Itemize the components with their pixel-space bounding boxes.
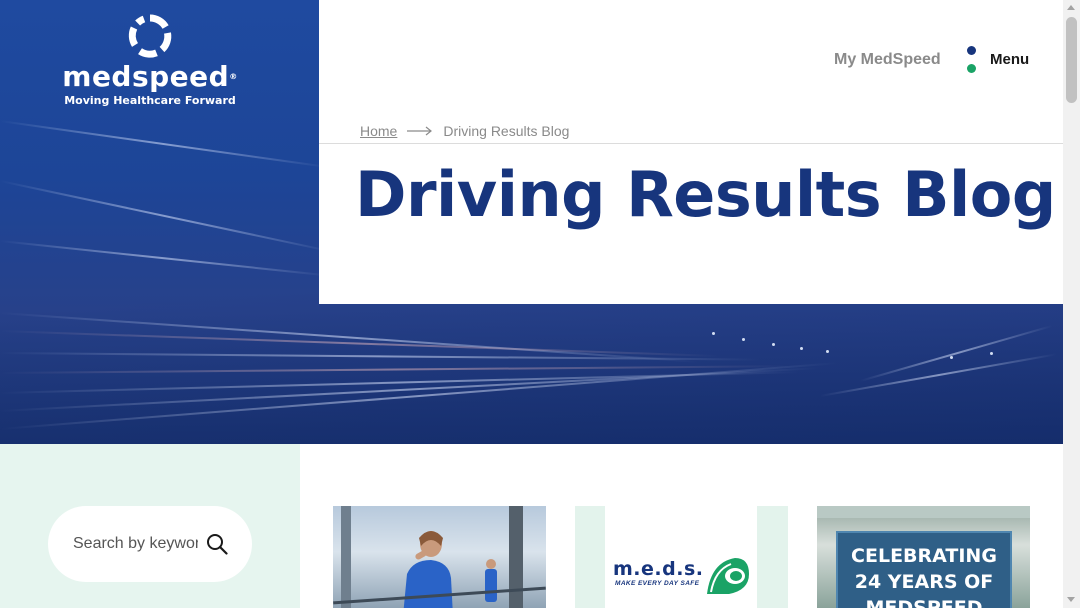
blog-card[interactable] (333, 506, 546, 608)
medspeed-ring-icon (128, 14, 172, 58)
light-dot (950, 356, 953, 359)
search-input[interactable] (73, 535, 198, 553)
meds-swoosh-icon (707, 558, 749, 594)
light-streak (0, 180, 333, 253)
page: medspeed® Moving Healthcare Forward My M… (0, 0, 1080, 608)
menu-dot-green (967, 63, 976, 73)
search-box (48, 506, 252, 582)
menu-dots-icon (967, 45, 976, 73)
light-dot (826, 350, 829, 353)
logo-tagline: Moving Healthcare Forward (64, 94, 236, 107)
meds-logo: m.e.d.s. MAKE EVERY DAY SAFE (613, 552, 749, 596)
banner-line: 24 YEARS OF (854, 571, 994, 593)
photo-pillar (341, 506, 351, 608)
banner-line: MEDSPEED (865, 597, 983, 608)
logo-wordmark: medspeed® (62, 60, 238, 93)
light-dot (772, 343, 775, 346)
coworker-figure (485, 559, 497, 602)
menu-button[interactable]: Menu (967, 44, 1029, 74)
light-streak (859, 324, 1053, 382)
light-streak (0, 240, 329, 277)
scrollbar-thumb[interactable] (1066, 17, 1077, 103)
blog-listing-section: m.e.d.s. MAKE EVERY DAY SAFE CELEBRATING… (0, 444, 1063, 608)
arrow-right-icon (407, 126, 433, 136)
card-side-panel (575, 506, 605, 608)
scroll-down-arrow-icon[interactable] (1067, 597, 1075, 602)
banner-line: CELEBRATING (851, 545, 997, 567)
blog-card[interactable]: CELEBRATING 24 YEARS OF MEDSPEED (817, 506, 1030, 608)
meds-logo-word: m.e.d.s. (613, 558, 704, 580)
photo-pillar (509, 506, 523, 608)
anniversary-banner-text: CELEBRATING 24 YEARS OF MEDSPEED (838, 543, 1010, 608)
menu-dot-navy (967, 45, 976, 55)
breadcrumb-home-link[interactable]: Home (360, 123, 397, 139)
light-streak (0, 365, 790, 374)
menu-label: Menu (990, 50, 1030, 68)
page-title: Driving Results Blog (355, 158, 1056, 231)
light-dot (800, 347, 803, 350)
page-scrollbar[interactable] (1063, 0, 1080, 608)
scroll-up-arrow-icon[interactable] (1067, 5, 1075, 10)
light-dot (742, 338, 745, 341)
blog-card[interactable]: m.e.d.s. MAKE EVERY DAY SAFE (575, 506, 788, 608)
light-dot (712, 332, 715, 335)
card-side-panel (757, 506, 788, 608)
meds-logo-sub: MAKE EVERY DAY SAFE (615, 580, 700, 587)
light-streak (0, 120, 327, 168)
site-logo[interactable]: medspeed® Moving Healthcare Forward (40, 14, 260, 107)
header-panel: My MedSpeed Menu Home Driving Results Bl… (319, 0, 1063, 304)
light-dot (990, 352, 993, 355)
breadcrumb: Home Driving Results Blog (360, 123, 569, 139)
breadcrumb-current: Driving Results Blog (443, 123, 570, 139)
anniversary-banner: CELEBRATING 24 YEARS OF MEDSPEED (836, 531, 1012, 608)
header-divider (319, 143, 1063, 144)
my-medspeed-link[interactable]: My MedSpeed (834, 51, 941, 69)
search-icon[interactable] (206, 533, 228, 555)
light-streak (819, 353, 1057, 397)
